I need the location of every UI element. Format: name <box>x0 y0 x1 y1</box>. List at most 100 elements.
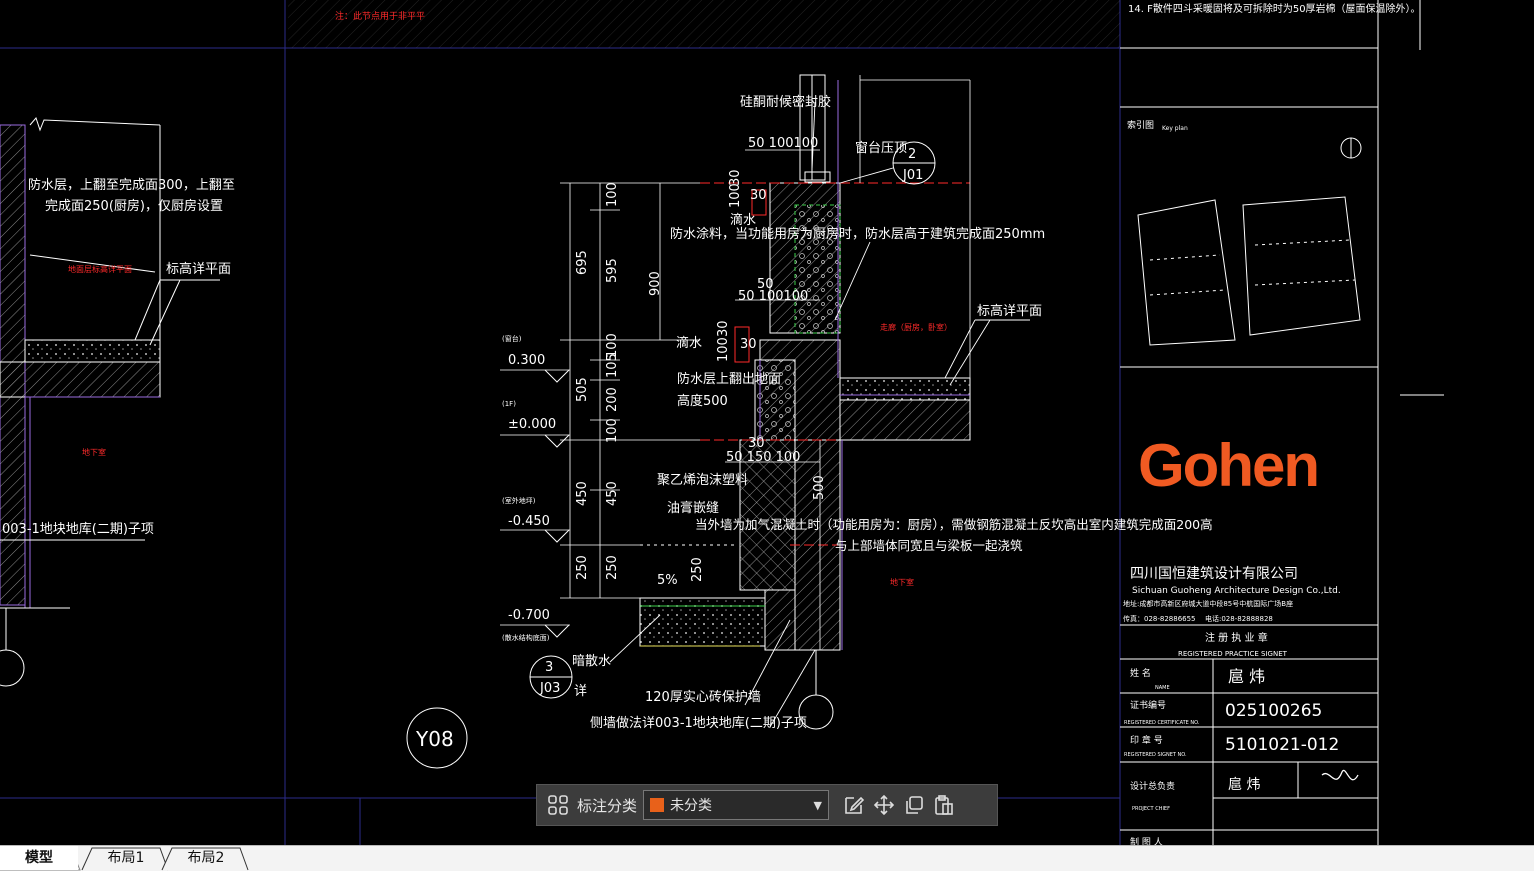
aerated-note-2: 与上部墙体同宽且与梁板一起浇筑 <box>835 538 1023 553</box>
grid-icon[interactable] <box>543 790 573 820</box>
svg-text:证书编号: 证书编号 <box>1130 699 1166 711</box>
edit-icon[interactable] <box>839 790 869 820</box>
basement-right-label: 地下室 <box>890 577 914 587</box>
left-waterproof-note-1: 防水层，上翻至完成面300，上翻至 <box>28 177 235 193</box>
svg-text:695: 695 <box>575 250 590 275</box>
dims-top: 50 100100 <box>748 136 818 151</box>
svg-text:制 图 人: 制 图 人 <box>1130 836 1163 845</box>
left-elevation-label: 标高详平面 <box>166 261 231 277</box>
side-wall-note: 侧墙做法详003-1地块地库(二期)子项 <box>590 715 807 731</box>
svg-text:扈 炜: 扈 炜 <box>1228 667 1265 686</box>
svg-text:设计总负责: 设计总负责 <box>1130 780 1175 792</box>
category-color-swatch <box>650 798 665 812</box>
room-right-label: 走廊（厨房，卧室） <box>880 322 952 332</box>
left-waterproof-note-2: 完成面250(厨房)，仅厨房设置 <box>45 198 223 214</box>
svg-text:505: 505 <box>575 377 590 402</box>
detail-tag-text: Y08 <box>415 727 454 751</box>
svg-text:025100265: 025100265 <box>1225 701 1322 721</box>
left-ref-note: 003-1地块地库(二期)子项 <box>2 521 154 537</box>
svg-text:(1F): (1F) <box>502 400 516 408</box>
svg-text:30: 30 <box>750 188 767 203</box>
svg-text:REGISTERED SIGNET NO.: REGISTERED SIGNET NO. <box>1124 752 1187 758</box>
move-icon[interactable] <box>869 790 899 820</box>
company-tel: 传真：028-82886655 <box>1123 614 1196 623</box>
paste-icon[interactable] <box>929 790 959 820</box>
tab-model[interactable]: 模型 <box>0 846 78 870</box>
svg-text:-0.700: -0.700 <box>508 608 550 623</box>
company-address: 地址:成都市高新区府城大道中段85号中航国际广场B座 <box>1123 599 1293 608</box>
category-select[interactable]: 未分类 ▼ <box>643 790 830 820</box>
key-plan-map[interactable] <box>1137 196 1361 346</box>
height-500-label: 高度500 <box>677 393 728 409</box>
svg-text:30: 30 <box>748 436 765 451</box>
svg-text:±0.000: ±0.000 <box>508 417 556 432</box>
window-sill-label: 窗台压顶 <box>855 140 907 156</box>
svg-text:30: 30 <box>716 320 731 337</box>
svg-text:印 章 号: 印 章 号 <box>1130 734 1163 746</box>
svg-text:450: 450 <box>575 481 590 506</box>
level-marks: (窗台) 0.300 (1F) ±0.000 (室外地坪) -0.450 (散水… <box>502 334 556 642</box>
tab-layout2[interactable]: 布局2 <box>168 846 244 870</box>
left-basement-label: 地下室 <box>82 447 106 457</box>
toolbar-label: 标注分类 <box>577 796 638 815</box>
hidden-drain-label: 暗散水 <box>572 654 611 669</box>
svg-text:100: 100 <box>728 183 743 208</box>
svg-text:30: 30 <box>740 337 757 352</box>
category-select-value: 未分类 <box>670 798 713 814</box>
bitumen-label: 油膏嵌缝 <box>667 500 719 516</box>
callout-top-num: 2 <box>908 147 916 162</box>
svg-text:250: 250 <box>605 555 620 580</box>
signature-image <box>1321 769 1359 781</box>
callout-top-sheet: J01 <box>902 168 923 183</box>
svg-text:-0.450: -0.450 <box>508 514 550 529</box>
svg-text:(窗台): (窗台) <box>502 334 522 343</box>
company-phone: 电话:028-82888828 <box>1205 614 1273 623</box>
svg-text:扈 炜: 扈 炜 <box>1228 776 1260 793</box>
svg-text:(室外地坪): (室外地坪) <box>502 496 536 505</box>
layout-tab-bar: 模型 布局1 布局2 <box>0 845 1534 871</box>
drip-label-2: 滴水 <box>676 335 702 351</box>
dims-bottom: 50 150 100 <box>726 450 800 465</box>
top-hatch-band <box>288 0 1120 48</box>
key-plan-label: 索引图 <box>1127 119 1154 131</box>
aerated-note: 当外墙为加气混凝土时（功能用房为：厨房），需做钢筋混凝土反坎高出室内建筑完成面2… <box>695 517 1213 532</box>
seal-title: 注 册 执 业 章 <box>1205 631 1268 644</box>
svg-text:PROJECT CHIEF: PROJECT CHIEF <box>1132 806 1170 812</box>
svg-text:100: 100 <box>605 182 620 207</box>
svg-text:500: 500 <box>812 475 827 500</box>
svg-text:200: 200 <box>605 387 620 412</box>
brick-wall-label: 120厚实心砖保护墙 <box>645 690 761 705</box>
left-floor-label: 地面层标高详平面 <box>68 264 132 274</box>
detail-word: 详 <box>574 684 587 699</box>
waterproof-up-label: 防水层上翻出地面 <box>677 371 781 387</box>
svg-text:5101021-012: 5101021-012 <box>1225 735 1339 755</box>
eps-board-label: 聚乙烯泡沫塑料 <box>657 473 748 488</box>
title-note: 14. F散件四斗采暖固将及可拆除时为50厚岩棉（屋面保温除外）。 <box>1128 2 1421 15</box>
seal-title-en: REGISTERED PRACTICE SIGNET <box>1178 650 1288 658</box>
svg-text:250: 250 <box>690 557 705 582</box>
svg-text:450: 450 <box>605 481 620 506</box>
company-en: Sichuan Guoheng Architecture Design Co.,… <box>1132 586 1341 596</box>
svg-text:REGISTERED CERTIFICATE NO.: REGISTERED CERTIFICATE NO. <box>1124 720 1200 726</box>
svg-text:姓 名: 姓 名 <box>1130 667 1151 679</box>
drip-label-1: 滴水 <box>730 212 756 228</box>
cad-drawing-canvas[interactable]: 注：此节点用于非平平 防水层，上翻至完成面300，上翻至 完成面250(厨房)，… <box>0 0 1534 845</box>
callout-bottom-num: 3 <box>545 660 553 675</box>
svg-text:NAME: NAME <box>1155 685 1170 691</box>
svg-text:100: 100 <box>716 337 731 362</box>
sealant-label: 硅酮耐候密封胶 <box>740 94 831 110</box>
chevron-down-icon: ▼ <box>813 798 823 812</box>
north-arrow-icon <box>1340 137 1362 159</box>
elevation-right-label: 标高详平面 <box>977 303 1042 319</box>
svg-text:105: 105 <box>605 353 620 378</box>
title-rows: 姓 名 NAME 扈 炜 证书编号 REGISTERED CERTIFICATE… <box>1124 667 1339 845</box>
svg-text:250: 250 <box>575 555 590 580</box>
tab-layout1[interactable]: 布局1 <box>88 846 164 870</box>
svg-text:595: 595 <box>605 258 620 283</box>
dims-mid: 50 100100 <box>738 289 808 304</box>
svg-text:900: 900 <box>648 271 663 296</box>
slope-label: 5% <box>657 573 678 588</box>
logo: Gohen <box>1138 432 1318 499</box>
copy-icon[interactable] <box>899 790 929 820</box>
callout-bottom-sheet: J03 <box>539 681 560 696</box>
